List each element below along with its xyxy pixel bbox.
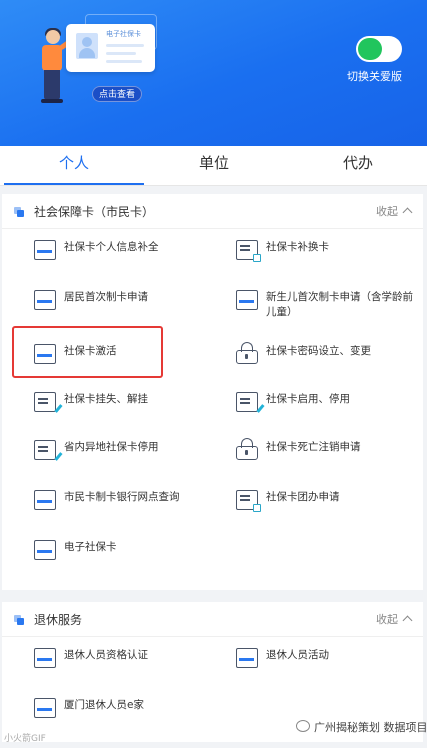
service-item[interactable]: 市民卡制卡银行网点查询 [34, 490, 224, 530]
hero-banner: 电子社保卡 点击查看 切换关爱版 [0, 0, 427, 146]
service-item[interactable]: 社保卡挂失、解挂 [34, 392, 204, 432]
service-item[interactable]: 省内异地社保卡停用 [34, 440, 204, 480]
service-item[interactable]: 新生儿首次制卡申请（含学龄前儿童） [236, 290, 416, 330]
document-icon [236, 240, 261, 262]
card-icon [34, 490, 56, 510]
section-icon [14, 615, 24, 625]
card-icon [34, 698, 56, 718]
divider [2, 636, 423, 637]
service-item[interactable]: 社保卡个人信息补全 [34, 240, 204, 280]
section-header[interactable]: 社会保障卡（市民卡） 收起 [2, 194, 423, 228]
document-icon [236, 490, 261, 512]
wechat-icon [296, 720, 310, 732]
tab-personal[interactable]: 个人 [4, 146, 144, 186]
card-title: 电子社保卡 [106, 30, 141, 38]
chevron-up-icon [402, 207, 413, 218]
service-item[interactable]: 退休人员资格认证 [34, 648, 204, 688]
section-header[interactable]: 退休服务 收起 [2, 602, 423, 636]
care-mode-toggle[interactable] [356, 36, 402, 62]
tab-employer[interactable]: 单位 [144, 146, 284, 186]
lock-icon [236, 438, 258, 460]
edit-card-icon [236, 392, 258, 412]
service-item[interactable]: 厦门退休人员e家 [34, 698, 204, 738]
watermark: 广州揭秘策划 数据项目 [314, 721, 427, 734]
card-icon [236, 648, 258, 668]
service-item[interactable]: 社保卡启用、停用 [236, 392, 416, 432]
service-item[interactable]: 居民首次制卡申请 [34, 290, 204, 330]
section-title: 社会保障卡（市民卡） [34, 205, 155, 219]
card-icon [34, 648, 56, 668]
highlight-box [12, 326, 163, 378]
edit-card-icon [34, 392, 56, 412]
tab-proxy[interactable]: 代办 [288, 146, 427, 186]
service-item[interactable]: 社保卡补换卡 [236, 240, 416, 280]
tab-bar: 个人 单位 代办 [0, 146, 427, 186]
toggle-knob [358, 38, 382, 60]
service-item[interactable]: 电子社保卡 [34, 540, 204, 580]
chevron-up-icon [402, 615, 413, 626]
care-mode-label: 切换关爱版 [347, 70, 402, 83]
collapse-button[interactable]: 收起 [376, 611, 413, 627]
view-card-button[interactable]: 点击查看 [92, 86, 142, 102]
social-card-section: 社会保障卡（市民卡） 收起 社保卡个人信息补全 社保卡补换卡 居民首次制卡申请 … [2, 194, 423, 590]
section-icon [14, 207, 24, 217]
service-item[interactable]: 社保卡死亡注销申请 [236, 438, 416, 480]
card-icon [236, 290, 258, 310]
section-title: 退休服务 [34, 613, 83, 627]
card-icon [34, 540, 56, 560]
corner-mark: 小火箭GIF [4, 734, 46, 744]
card-icon [34, 240, 56, 260]
lock-icon [236, 342, 258, 364]
collapse-button[interactable]: 收起 [376, 203, 413, 219]
service-item[interactable]: 社保卡团办申请 [236, 490, 416, 530]
social-security-card-illustration[interactable]: 电子社保卡 [66, 24, 155, 72]
divider [2, 228, 423, 229]
service-item[interactable]: 退休人员活动 [236, 648, 416, 688]
edit-card-icon [34, 440, 56, 460]
card-photo-icon [76, 33, 98, 59]
card-icon [34, 290, 56, 310]
active-tab-indicator [4, 183, 144, 185]
service-item[interactable]: 社保卡密码设立、变更 [236, 342, 416, 384]
